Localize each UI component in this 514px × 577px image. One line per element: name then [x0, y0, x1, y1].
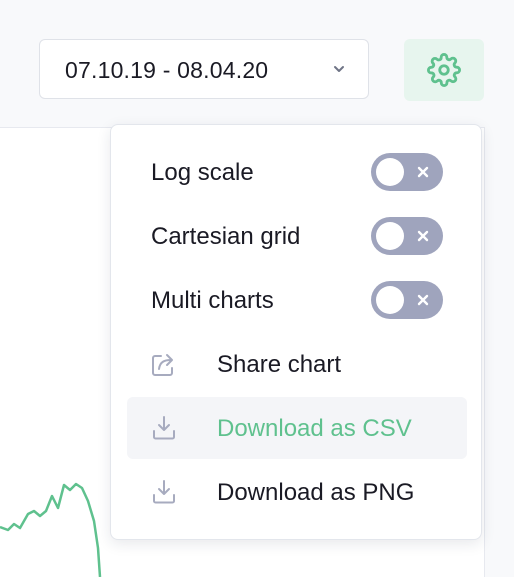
log-scale-row: Log scale: [127, 141, 467, 203]
multi-charts-label: Multi charts: [151, 287, 274, 314]
download-png-label: Download as PNG: [217, 479, 415, 506]
log-scale-toggle[interactable]: [371, 153, 443, 191]
share-chart-label: Share chart: [217, 351, 342, 378]
price-series-line: [0, 482, 102, 577]
close-icon: [417, 230, 429, 242]
cartesian-grid-toggle[interactable]: [371, 217, 443, 255]
toggle-knob: [376, 286, 404, 314]
download-icon: [153, 416, 175, 440]
download-csv-item[interactable]: Download as CSV: [127, 397, 467, 459]
close-icon: [417, 294, 429, 306]
multi-charts-toggle[interactable]: [371, 281, 443, 319]
cartesian-grid-row: Cartesian grid: [127, 205, 467, 267]
date-range-selector[interactable]: 07.10.19 - 08.04.20: [39, 39, 369, 99]
settings-button[interactable]: [404, 39, 484, 101]
close-icon: [417, 166, 429, 178]
cartesian-grid-label: Cartesian grid: [151, 223, 301, 250]
chevron-down-icon: [334, 66, 344, 72]
toggle-knob: [376, 158, 404, 186]
gear-icon: [427, 53, 461, 87]
log-scale-label: Log scale: [151, 159, 254, 186]
settings-menu: Log scale Cartesian grid Multi charts Sh…: [110, 124, 482, 540]
share-chart-item[interactable]: Share chart: [127, 333, 467, 395]
toggle-knob: [376, 222, 404, 250]
download-icon: [153, 480, 175, 504]
multi-charts-row: Multi charts: [127, 269, 467, 331]
date-range-value: 07.10.19 - 08.04.20: [65, 57, 269, 83]
download-png-item[interactable]: Download as PNG: [127, 461, 467, 523]
share-icon: [152, 354, 173, 376]
download-csv-label: Download as CSV: [217, 415, 412, 442]
